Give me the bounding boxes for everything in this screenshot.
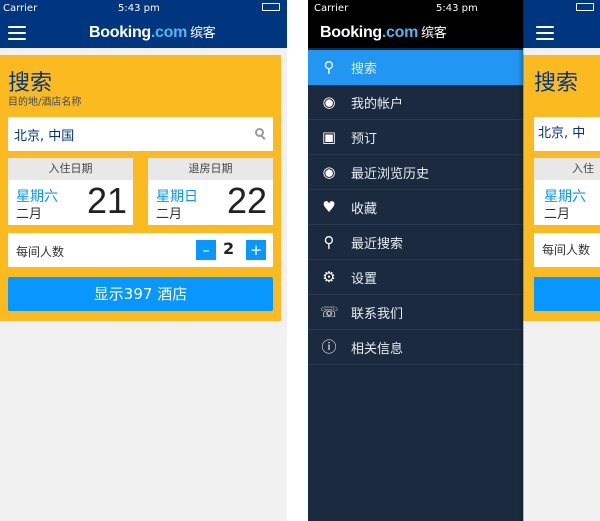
brand-logo: Booking.com 缤客 [89, 22, 216, 42]
checkin-header: 入住日期 [8, 158, 133, 180]
carrier-label: Carrier [314, 3, 349, 14]
menu-item-label: 我的帐户 [351, 97, 404, 112]
menu-item-contact[interactable]: ☏ 联系我们 [308, 295, 523, 330]
brand-cn: 缤客 [421, 26, 447, 41]
menu-item-label: 联系我们 [351, 307, 404, 322]
screenshot-stage: Carrier 5:43 pm Booking.com 缤客 搜索 目的地/酒店名… [0, 0, 600, 521]
menu-item-history[interactable]: ◉ 最近浏览历史 [308, 155, 523, 190]
checkout-month: 二月 [156, 207, 183, 222]
destination-input[interactable] [8, 117, 273, 151]
guests-value: 2 [223, 239, 235, 258]
menu-status-bar: Carrier 5:43 pm [308, 0, 523, 18]
show-hotels-button[interactable] [534, 277, 600, 311]
brand-main: Booking [320, 24, 382, 41]
menu-item-favorites[interactable]: ♥ 收藏 [308, 190, 523, 225]
search-panel: 搜索 目的地/酒店名称 入住日期 星期六 二月 21 退房日期 星期日 二月 2… [0, 55, 281, 321]
guests-row: 每间人数 – 2 + [8, 233, 273, 267]
search-screen: Carrier 5:43 pm Booking.com 缤客 搜索 目的地/酒店名… [0, 0, 287, 521]
menu-item-label: 最近搜索 [351, 237, 404, 252]
menu-item-label: 最近浏览历史 [351, 167, 430, 182]
carrier-label: Carrier [3, 3, 38, 14]
checkin-month: 二月 [16, 207, 43, 222]
partial-search-screen: 搜索 北京, 中 入住 星期六 二月 每间人数 [524, 0, 600, 521]
checkin-month: 二月 [544, 207, 571, 222]
menu-item-settings[interactable]: ⚙ 设置 [308, 260, 523, 295]
search-icon: ⚲ [323, 233, 335, 251]
clock-label: 5:43 pm [436, 3, 478, 14]
search-subtitle: 目的地/酒店名称 [8, 97, 82, 108]
checkin-header: 入住 [534, 158, 600, 180]
search-title: 搜索 [534, 71, 579, 96]
info-icon: ⓘ [321, 338, 337, 356]
search-icon: ⚲ [323, 58, 335, 76]
gear-icon: ⚙ [322, 268, 336, 286]
search-icon[interactable] [255, 128, 267, 140]
checkin-date-card[interactable]: 入住日期 星期六 二月 21 [8, 158, 133, 225]
user-icon: ◉ [322, 93, 336, 111]
menu-item-search[interactable]: ⚲ 搜索 [308, 50, 523, 85]
menu-item-info[interactable]: ⓘ 相关信息 [308, 330, 523, 365]
guests-increment-button[interactable]: + [246, 240, 266, 260]
menu-item-recent-searches[interactable]: ⚲ 最近搜索 [308, 225, 523, 260]
checkout-date-card[interactable]: 退房日期 星期日 二月 22 [148, 158, 273, 225]
menu-item-label: 收藏 [351, 202, 378, 217]
status-bar: Carrier 5:43 pm [0, 0, 287, 18]
menu-item-label: 相关信息 [351, 342, 404, 357]
checkin-date-card[interactable]: 入住 星期六 二月 [534, 158, 600, 225]
menu-item-label: 搜索 [351, 62, 378, 77]
guests-label: 每间人数 [534, 233, 600, 267]
brand-cn: 缤客 [190, 26, 216, 41]
menu-item-bookings[interactable]: ▣ 预订 [308, 120, 523, 155]
brand-dot: .com [381, 24, 419, 41]
show-hotels-button[interactable]: 显示397 酒店 [8, 277, 273, 311]
side-menu: Carrier 5:43 pm Booking.com 缤客 ⚲ 搜索 ◉ 我的帐… [308, 0, 523, 521]
status-bar [524, 0, 600, 18]
briefcase-icon: ▣ [321, 128, 337, 146]
destination-input[interactable]: 北京, 中 [534, 117, 600, 151]
menu-item-account[interactable]: ◉ 我的帐户 [308, 85, 523, 120]
clock-label: 5:43 pm [118, 3, 160, 14]
search-panel: 搜索 北京, 中 入住 星期六 二月 每间人数 [524, 55, 600, 321]
menu-hamburger-icon[interactable] [8, 26, 26, 40]
menu-item-label: 预订 [351, 132, 378, 147]
battery-icon [576, 3, 594, 11]
checkin-day: 21 [86, 180, 127, 221]
menu-brand-logo: Booking.com 缤客 [320, 22, 447, 42]
battery-icon [262, 3, 280, 11]
heart-icon: ♥ [322, 198, 336, 216]
menu-item-label: 设置 [351, 272, 378, 287]
checkout-day: 22 [226, 180, 267, 221]
checkout-header: 退房日期 [148, 158, 273, 180]
brand-dot: .com [150, 24, 188, 41]
headset-icon: ☏ [320, 303, 339, 321]
brand-main: Booking [89, 24, 151, 41]
guests-label: 每间人数 [16, 245, 65, 259]
menu-hamburger-icon[interactable] [536, 26, 554, 40]
guests-decrement-button[interactable]: – [196, 240, 216, 260]
eye-icon: ◉ [322, 163, 336, 181]
